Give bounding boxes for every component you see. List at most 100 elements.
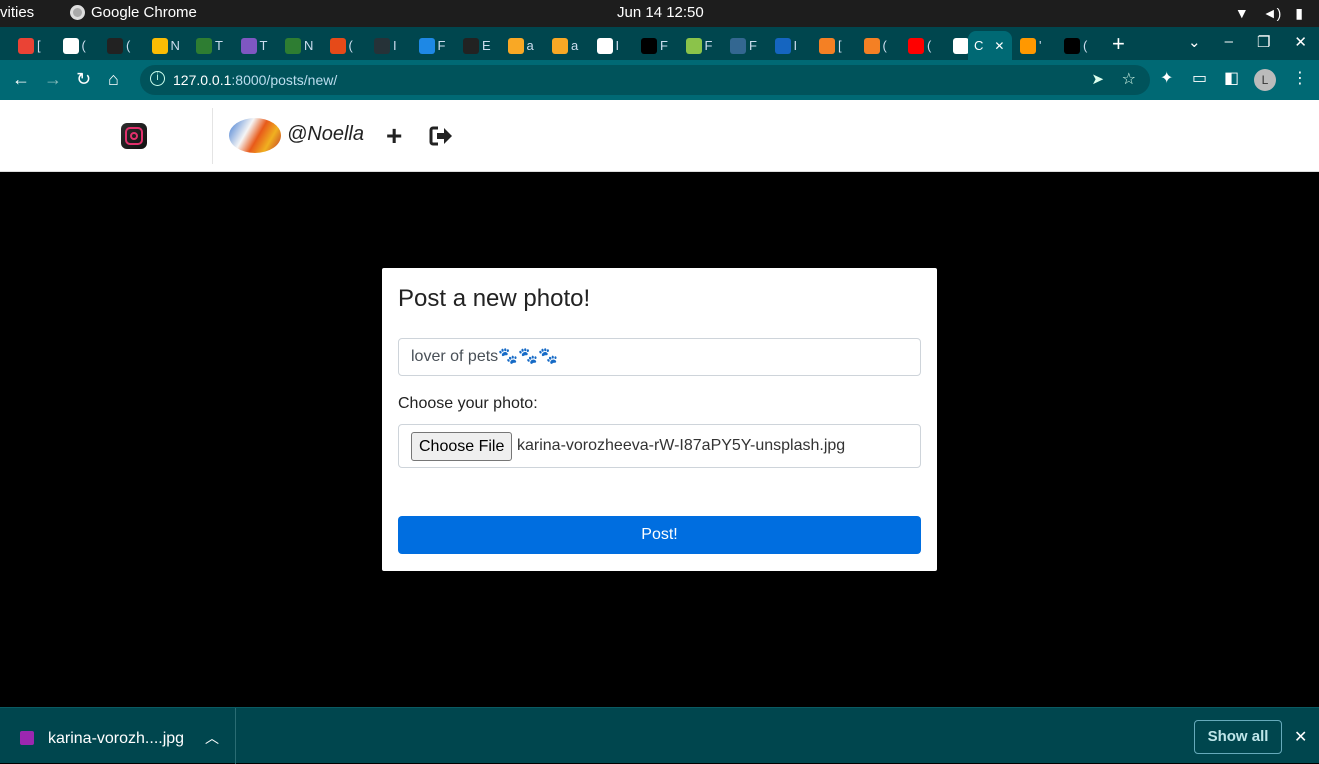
show-all-button[interactable]: Show all [1194, 720, 1282, 754]
tab-search-icon[interactable]: ⌄ [1188, 33, 1201, 51]
browser-tab[interactable]: ( [1058, 31, 1087, 60]
browser-tab[interactable]: a [546, 31, 578, 60]
username-link[interactable]: @Noella [287, 123, 364, 146]
browser-tab[interactable]: T [235, 31, 267, 60]
askfm-icon [329, 37, 346, 54]
browser-tab[interactable]: ( [324, 31, 353, 60]
restore-icon[interactable]: ❐ [1257, 33, 1270, 51]
bookmark-star-icon[interactable]: ☆ [1122, 69, 1136, 89]
photo-field-label: Choose your photo: [398, 395, 538, 412]
tab-title: a [571, 38, 579, 53]
tab-title: F [437, 38, 446, 53]
profile-avatar[interactable]: L [1254, 69, 1276, 91]
back-icon[interactable]: ← [12, 69, 30, 90]
browser-tab[interactable]: [ [12, 31, 41, 60]
google-icon [596, 37, 613, 54]
active-tab[interactable]: C ✕ [968, 31, 1012, 60]
shield-icon [1020, 37, 1036, 54]
github-icon [107, 37, 123, 54]
extensions-icon[interactable]: ✦ [1160, 68, 1173, 88]
window-controls: ⌄ – ❐ ✕ [1188, 33, 1307, 51]
browser-tab[interactable]: N [146, 31, 180, 60]
url-text: 127.0.0.1:8000/posts/new/ [173, 72, 338, 88]
side-panel-icon[interactable]: ◧ [1224, 68, 1239, 88]
arch-icon [774, 37, 791, 54]
browser-tab[interactable]: ( [57, 31, 86, 60]
tab-title: ( [1083, 38, 1088, 53]
instagram-logo-icon[interactable] [121, 123, 147, 149]
tree-icon [285, 37, 301, 54]
trophy-icon [552, 37, 568, 54]
tab-title: [ [838, 38, 842, 53]
browser-tab[interactable]: ( [902, 31, 931, 60]
tab-title: F [660, 38, 668, 53]
browser-tab[interactable]: a [502, 31, 534, 60]
site-navbar: @Noella + [0, 100, 1319, 172]
close-window-icon[interactable]: ✕ [1294, 33, 1307, 51]
system-tray[interactable]: ▼ ◄) ▮ [1235, 5, 1303, 22]
chrome-icon [70, 5, 85, 20]
image-file-icon [20, 731, 34, 745]
reload-icon[interactable]: ↻ [76, 69, 91, 90]
browser-tab[interactable]: I [368, 31, 397, 60]
download-file-name: karina-vorozh....jpg [48, 730, 185, 747]
home-icon[interactable]: ⌂ [108, 69, 119, 90]
post-submit-button[interactable]: Post! [398, 516, 921, 554]
stackoverflow-icon [863, 37, 880, 54]
browser-tab[interactable]: ( [101, 31, 130, 60]
chevron-up-icon[interactable]: ︿ [205, 728, 219, 748]
tab-title: T [215, 38, 223, 53]
send-icon[interactable]: ➤ [1091, 70, 1104, 88]
activities-button[interactable]: vities [0, 4, 34, 21]
browser-tab[interactable]: F [680, 31, 712, 60]
minimize-icon[interactable]: – [1225, 33, 1233, 51]
browser-tab[interactable]: T [190, 31, 223, 60]
app-menu[interactable]: Google Chrome [70, 4, 197, 21]
new-tab-button[interactable]: + [1112, 31, 1125, 57]
site-info-icon[interactable]: i [150, 71, 165, 86]
photo-file-input[interactable]: Choose File karina-vorozheeva-rW-I87aPY5… [398, 424, 921, 468]
forward-icon[interactable]: → [44, 69, 62, 90]
tab-title: I [793, 38, 798, 53]
tab-title: ( [882, 38, 887, 53]
cloud-icon [418, 37, 435, 54]
browser-tab[interactable]: F [635, 31, 668, 60]
browser-tab[interactable]: I [591, 31, 619, 60]
close-download-bar-icon[interactable]: ✕ [1294, 727, 1307, 747]
browser-tab[interactable]: [ [813, 31, 842, 60]
cast-icon[interactable]: ▭ [1192, 68, 1207, 88]
pixel-icon [1064, 37, 1080, 54]
browser-tab[interactable]: E [457, 31, 491, 60]
drive-icon [151, 37, 168, 54]
battery-icon: ▮ [1295, 5, 1303, 21]
user-avatar[interactable] [229, 118, 281, 153]
browser-tab[interactable]: N [279, 31, 313, 60]
browser-tab[interactable]: F [724, 31, 757, 60]
heroku-icon [240, 37, 257, 54]
clock[interactable]: Jun 14 12:50 [617, 4, 704, 21]
browser-tab[interactable]: ( [858, 31, 887, 60]
logout-icon[interactable] [429, 125, 453, 147]
tab-title: ' [1039, 38, 1042, 53]
choose-file-button[interactable]: Choose File [411, 432, 513, 461]
tree-icon [196, 37, 212, 54]
trophy-icon [507, 37, 524, 54]
tab-title: F [749, 38, 757, 53]
tab-title: I [393, 38, 397, 53]
tab-title: [ [37, 38, 41, 53]
chart-icon [374, 37, 390, 54]
browser-tab[interactable]: I [769, 31, 798, 60]
tab-title: a [526, 38, 534, 53]
app-name: Google Chrome [91, 4, 197, 21]
tab-close-icon[interactable]: ✕ [994, 39, 1004, 53]
menu-icon[interactable]: ⋮ [1292, 68, 1308, 88]
tab-title: ( [927, 38, 932, 53]
address-bar[interactable]: i 127.0.0.1:8000/posts/new/ ➤ ☆ [140, 65, 1150, 95]
browser-tab[interactable]: F [413, 31, 446, 60]
postgres-icon [730, 37, 746, 54]
new-post-plus-icon[interactable]: + [386, 122, 402, 150]
tab-title: N [304, 38, 314, 53]
caption-input[interactable]: lover of pets🐾🐾🐾 [398, 338, 921, 376]
download-item[interactable]: karina-vorozh....jpg ︿ [0, 708, 236, 764]
browser-tab[interactable]: ' [1014, 31, 1041, 60]
